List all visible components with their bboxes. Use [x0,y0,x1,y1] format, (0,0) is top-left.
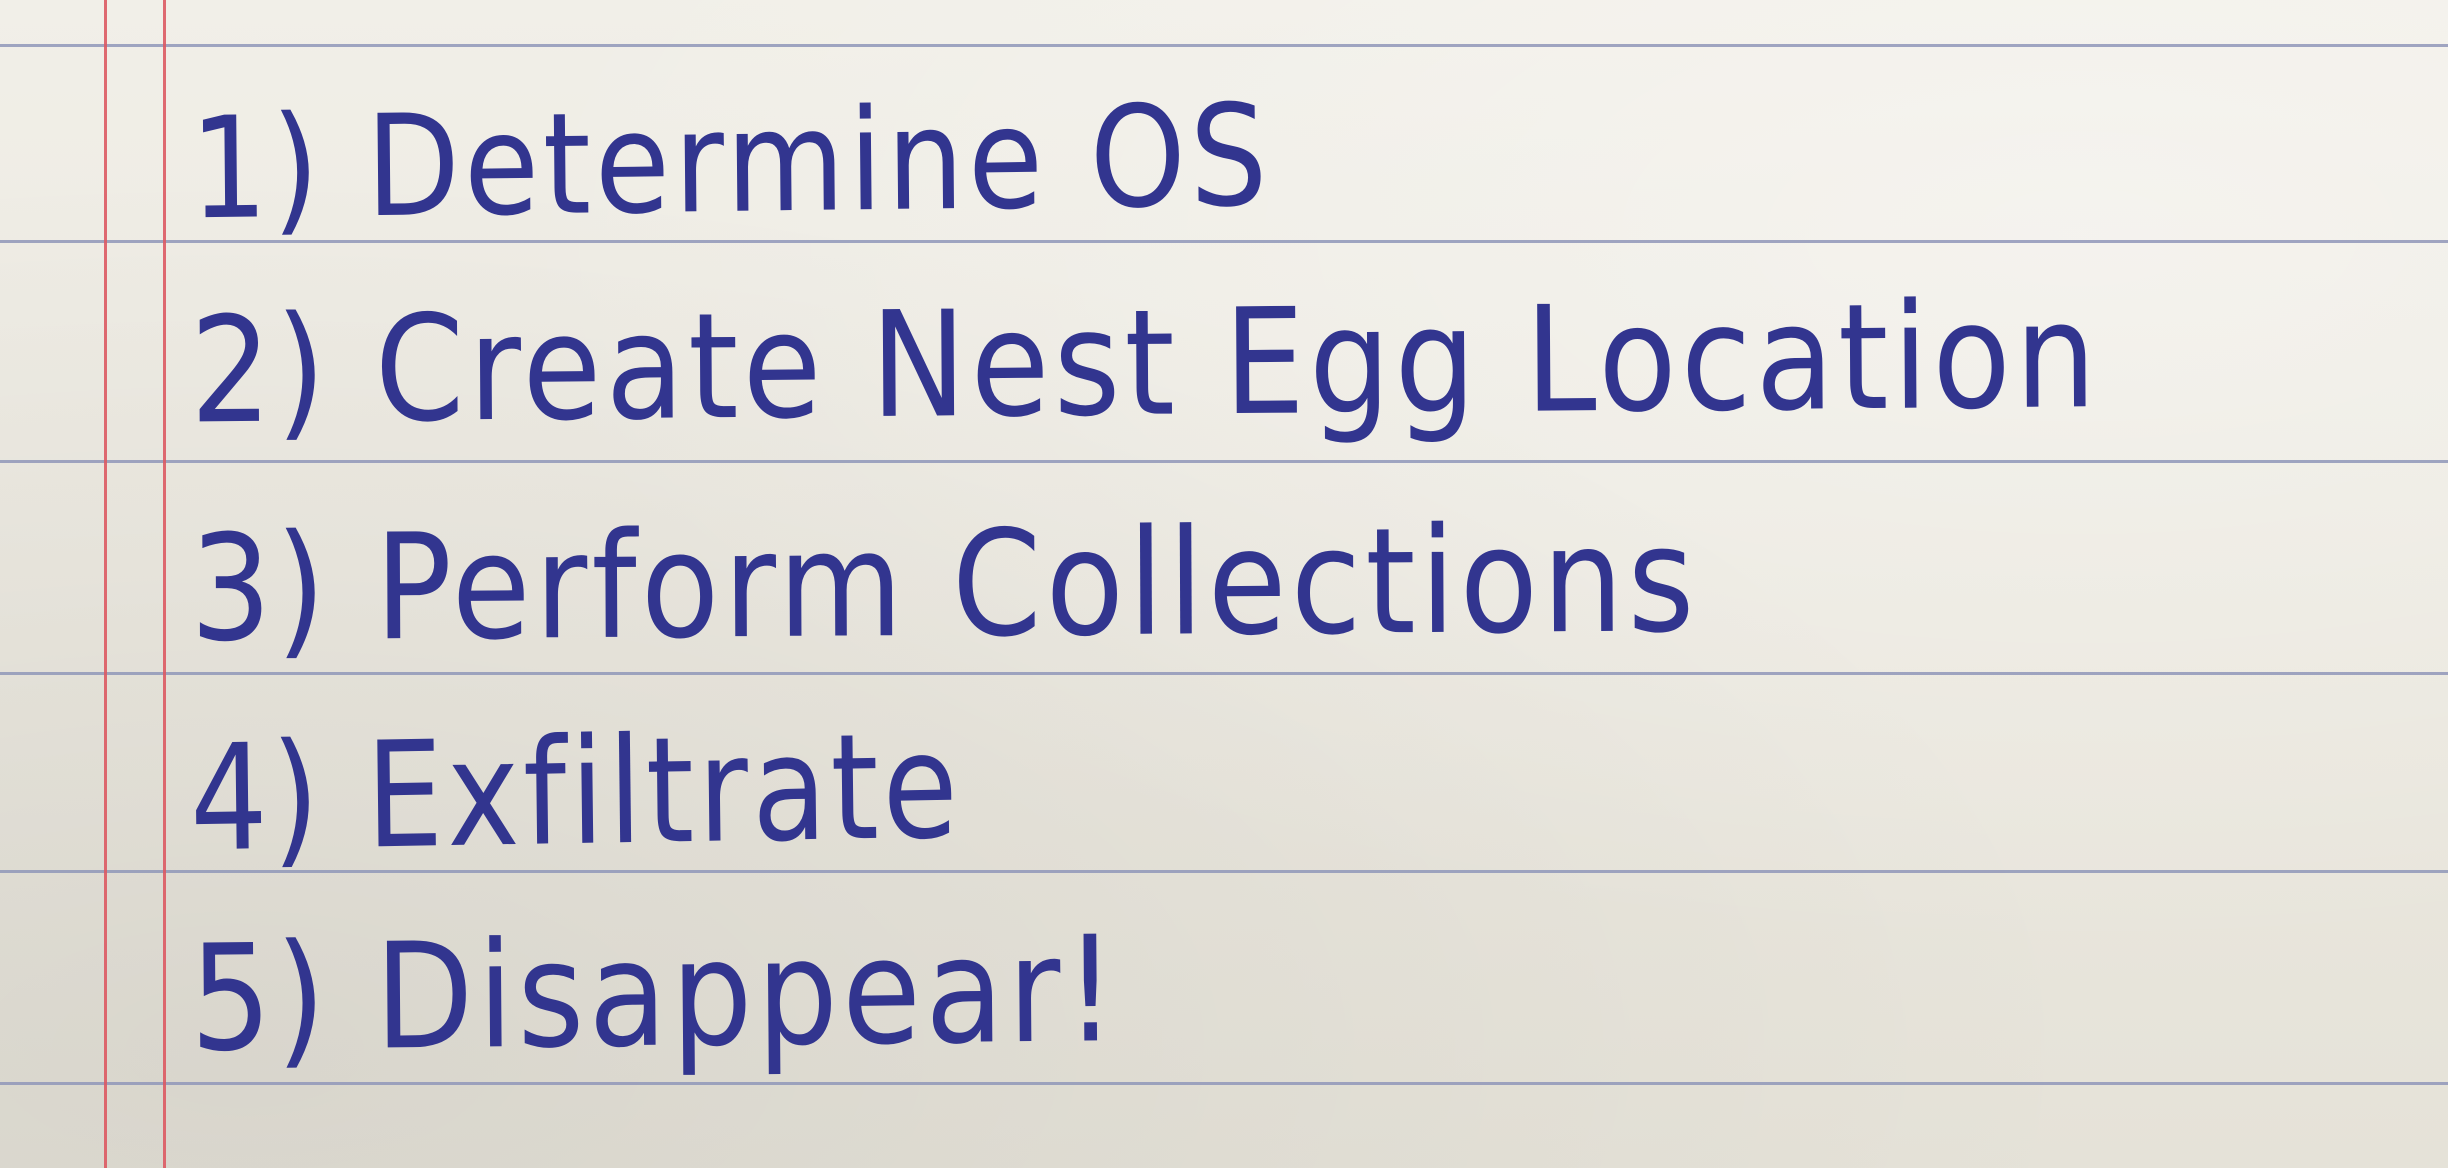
list-item: 1) Determine OS [189,74,1272,250]
list-item-text: 2) Create Nest Egg Location [189,270,2101,457]
notebook-paper: 1) Determine OS 2) Create Nest Egg Locat… [0,0,2448,1168]
list-item: 3) Perform Collections [190,495,1699,674]
list-item: 4) Exfiltrate [189,701,963,884]
list-item-text: 3) Perform Collections [189,494,1699,675]
list-item-text: 4) Exfiltrate [189,700,963,885]
list-item: 5) Disappear! [189,905,1121,1085]
list-item-text: 5) Disappear! [189,904,1121,1085]
list-item-text: 1) Determine OS [189,74,1272,251]
list-item: 2) Create Nest Egg Location [189,271,2100,457]
handwritten-list: 1) Determine OS 2) Create Nest Egg Locat… [0,0,2448,1168]
